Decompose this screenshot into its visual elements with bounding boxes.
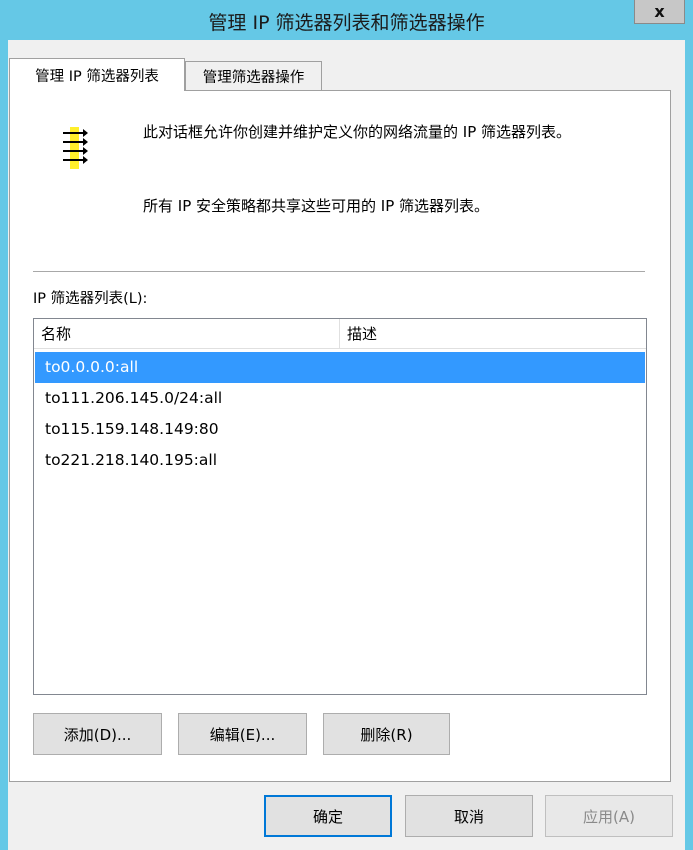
cancel-button[interactable]: 取消 [405,795,533,837]
ip-filter-list-label: IP 筛选器列表(L): [33,291,148,307]
list-item-name: to115.159.148.149:80 [45,420,219,438]
dialog-description: 此对话框允许你创建并维护定义你的网络流量的 IP 筛选器列表。 [143,123,572,141]
add-button[interactable]: 添加(D)... [33,713,162,755]
list-item[interactable]: to115.159.148.149:80 [35,414,645,445]
close-button[interactable]: x [634,0,685,24]
tab-manage-filter-actions[interactable]: 管理筛选器操作 [185,61,322,90]
tab-label: 管理 IP 筛选器列表 [35,68,159,85]
ok-button[interactable]: 确定 [264,795,392,837]
list-item[interactable]: to0.0.0.0:all [35,352,645,383]
separator [33,271,645,272]
delete-button[interactable]: 删除(R) [323,713,450,755]
close-icon: x [654,2,665,21]
list-item-name: to111.206.145.0/24:all [45,389,223,407]
list-item-name: to0.0.0.0:all [45,358,139,376]
tab-manage-ip-filter-lists[interactable]: 管理 IP 筛选器列表 [9,58,185,91]
list-header: 名称 描述 [34,319,646,349]
title-bar[interactable]: 管理 IP 筛选器列表和筛选器操作 x [0,0,693,40]
list-item[interactable]: to221.218.140.195:all [35,445,645,476]
apply-button: 应用(A) [545,795,673,837]
tab-panel: 此对话框允许你创建并维护定义你的网络流量的 IP 筛选器列表。 所有 IP 安全… [9,90,671,782]
tab-label: 管理筛选器操作 [202,69,305,86]
list-item-name: to221.218.140.195:all [45,451,218,469]
filter-list-icon [55,127,91,169]
ip-filter-list[interactable]: 名称 描述 to0.0.0.0:all to111.206.145.0/24:a… [33,318,647,695]
column-header-description[interactable]: 描述 [340,319,646,349]
window-title: 管理 IP 筛选器列表和筛选器操作 [208,12,485,34]
list-item[interactable]: to111.206.145.0/24:all [35,383,645,414]
column-header-name[interactable]: 名称 [34,319,340,349]
edit-button[interactable]: 编辑(E)... [178,713,307,755]
dialog-description-shared: 所有 IP 安全策略都共享这些可用的 IP 筛选器列表。 [143,197,490,215]
